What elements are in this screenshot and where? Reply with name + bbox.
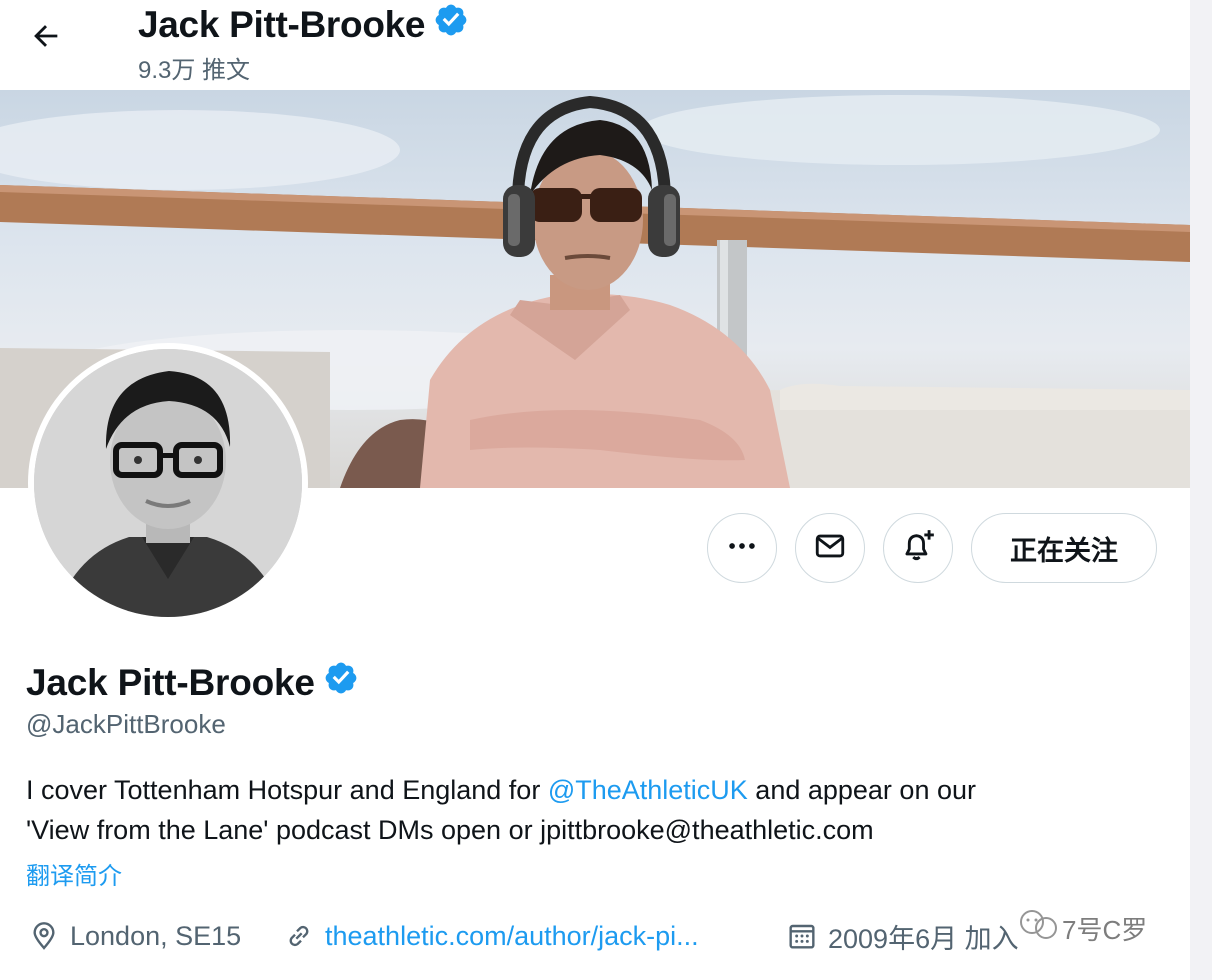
header-title: Jack Pitt-Brooke (138, 2, 469, 47)
watermark-text: 7号C罗 (1062, 915, 1148, 945)
profile-handle: @JackPittBrooke (26, 709, 226, 739)
profile-name-row: Jack Pitt-Brooke (26, 660, 359, 705)
more-horizontal-icon (725, 529, 759, 568)
website-link[interactable]: theathletic.com/author/jack-pi... (325, 921, 699, 952)
calendar-icon (786, 920, 818, 952)
profile-avatar[interactable] (28, 343, 308, 623)
notifications-button[interactable] (883, 513, 953, 583)
translate-bio-link[interactable]: 翻译简介 (26, 856, 122, 891)
right-gutter (1190, 0, 1212, 980)
bio-text-1: I cover Tottenham Hotspur and England fo… (26, 775, 548, 805)
watermark-logo-icon (1016, 908, 1062, 949)
map-pin-icon (28, 920, 60, 952)
bio-line-1: I cover Tottenham Hotspur and England fo… (26, 770, 1176, 810)
link-icon (283, 920, 315, 952)
header-name: Jack Pitt-Brooke (138, 3, 426, 45)
location-text: London, SE15 (70, 920, 242, 951)
profile-header-bar: Jack Pitt-Brooke 9.3万 推文 (0, 0, 1190, 90)
envelope-icon (813, 529, 847, 568)
arrow-left-icon (29, 19, 63, 58)
website-item: theathletic.com/author/jack-pi... (283, 914, 699, 958)
message-button[interactable] (795, 513, 865, 583)
following-button[interactable]: 正在关注 (971, 513, 1157, 583)
mention-link[interactable]: @TheAthleticUK (548, 775, 748, 805)
bio-line-2: 'View from the Lane' podcast DMs open or… (26, 815, 874, 845)
more-button[interactable] (707, 513, 777, 583)
back-button[interactable] (22, 16, 70, 60)
profile-name: Jack Pitt-Brooke (26, 661, 315, 703)
avatar-image (34, 349, 302, 617)
joined-text: 2009年6月 加入 (828, 923, 1019, 954)
profile-bio: I cover Tottenham Hotspur and England fo… (26, 770, 1176, 850)
verified-badge-icon (433, 2, 469, 47)
bell-plus-icon (899, 527, 937, 570)
joined-item: 2009年6月 加入 (786, 914, 1019, 958)
watermark: 7号C罗 (1016, 908, 1147, 949)
tweet-count: 9.3万 推文 (138, 57, 251, 84)
location-item: London, SE15 (28, 914, 241, 958)
verified-badge-icon (323, 660, 359, 705)
bio-text-2: and appear on our (747, 775, 976, 805)
